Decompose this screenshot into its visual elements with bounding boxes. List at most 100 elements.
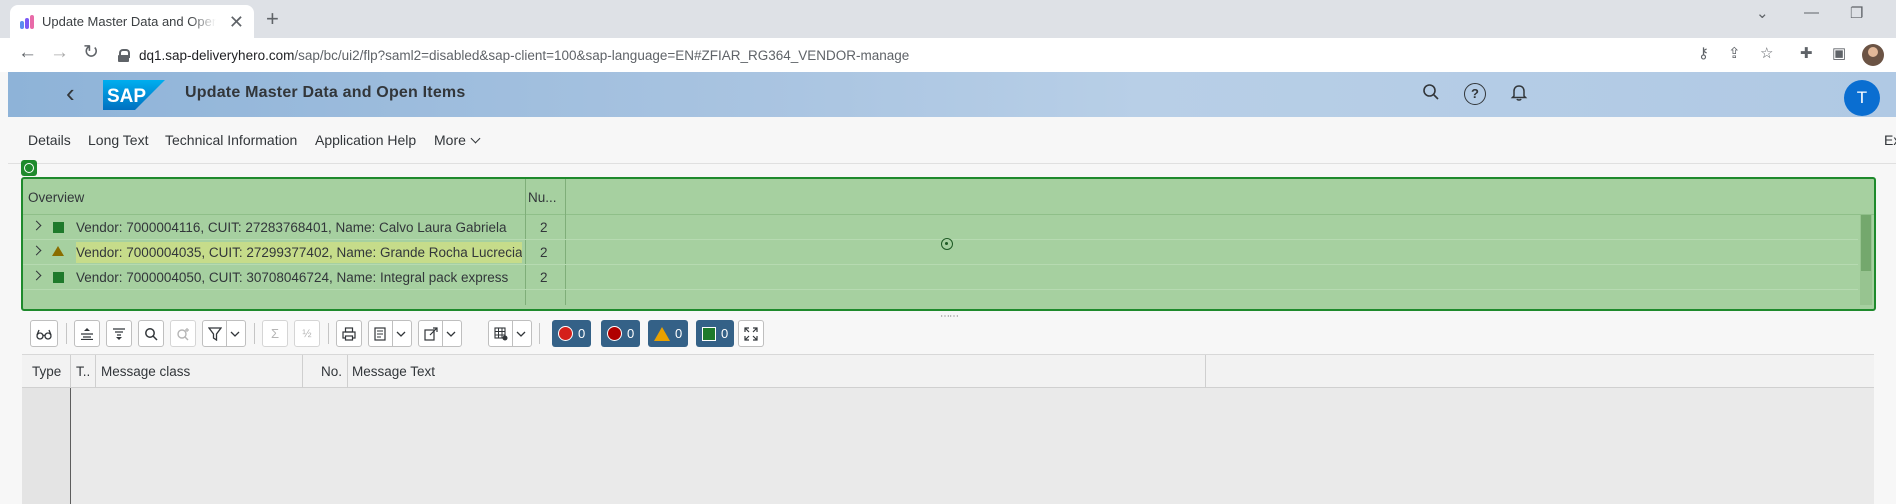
expand-chevron-icon[interactable]: [31, 270, 42, 281]
find-next-icon[interactable]: [170, 320, 196, 347]
browser-tabstrip: Update Master Data and Open Items ✕ + ⌄ …: [0, 0, 1896, 38]
filter-dropdown-button[interactable]: [202, 320, 246, 347]
sum-icon[interactable]: Σ: [262, 320, 288, 347]
menu-long-text[interactable]: Long Text: [88, 132, 148, 148]
reload-icon[interactable]: ↻: [83, 43, 99, 62]
user-avatar[interactable]: T: [1844, 80, 1880, 116]
expand-chevron-icon[interactable]: [31, 245, 42, 256]
view-dropdown-button[interactable]: [368, 320, 412, 347]
chevron-down-icon: [230, 331, 240, 337]
chevron-down-icon: [446, 331, 456, 337]
print-icon[interactable]: [336, 320, 362, 347]
crosshair-icon: [941, 238, 953, 250]
success-messages-counter[interactable]: 0: [696, 320, 735, 347]
splitter-handle[interactable]: ⋯⋯: [940, 311, 959, 322]
app-favicon-icon: [20, 14, 34, 29]
toolbar-divider: [328, 323, 329, 344]
toolbar-divider: [66, 323, 67, 344]
share-icon[interactable]: ⇪: [1728, 46, 1741, 61]
browser-tab[interactable]: Update Master Data and Open Items ✕: [10, 5, 254, 38]
menu-application-help[interactable]: Application Help: [315, 132, 416, 148]
expand-chevron-icon[interactable]: [31, 220, 42, 231]
browser-toolbar: ← → ↻ dq1.sap-deliveryhero.com/sap/bc/ui…: [0, 38, 1896, 72]
new-tab-icon[interactable]: +: [266, 8, 279, 30]
messages-header: Type T.. Message class No. Message Text: [22, 355, 1874, 388]
column-divider: [95, 355, 96, 388]
details-glasses-icon[interactable]: [30, 320, 58, 347]
menu-technical-information[interactable]: Technical Information: [165, 132, 297, 148]
type-column-divider: [70, 388, 71, 504]
chevron-down-icon: [396, 331, 406, 337]
column-header-number[interactable]: Nu...: [528, 190, 557, 205]
stop-icon: [558, 326, 573, 341]
side-panel-icon[interactable]: ▣: [1832, 46, 1846, 61]
status-ok-icon: [53, 222, 64, 233]
error-icon: [607, 326, 622, 341]
find-search-icon[interactable]: [138, 320, 164, 347]
menu-details[interactable]: Details: [28, 132, 71, 148]
help-icon[interactable]: ?: [1464, 83, 1486, 105]
column-header-message-text[interactable]: Message Text: [352, 364, 435, 379]
layout-settings-dropdown-button[interactable]: [488, 320, 532, 347]
menu-bar: Details Long Text Technical Information …: [8, 117, 1896, 164]
toolbar-divider: [539, 323, 540, 344]
tab-title: Update Master Data and Open Items: [42, 14, 216, 29]
restore-icon[interactable]: ❐: [1850, 4, 1863, 22]
stop-messages-counter[interactable]: 0: [552, 320, 592, 347]
layout-icon: [374, 326, 386, 341]
column-divider: [1205, 355, 1206, 388]
selection-target-icon: [21, 160, 37, 176]
shell-back-icon[interactable]: ‹: [66, 80, 75, 106]
status-ok-icon: [53, 272, 64, 283]
success-icon: [702, 326, 716, 341]
message-count: 2: [540, 245, 548, 260]
warning-messages-counter[interactable]: 0: [648, 320, 689, 347]
message-count: 2: [540, 270, 548, 285]
toolbar-divider: [254, 323, 255, 344]
back-arrow-icon[interactable]: ←: [18, 43, 37, 62]
warning-icon: [654, 326, 670, 341]
vendor-text: Vendor: 7000004050, CUIT: 30708046724, N…: [76, 270, 509, 285]
fullscreen-icon[interactable]: [738, 320, 764, 347]
forward-arrow-icon[interactable]: →: [50, 43, 69, 62]
column-divider: [70, 355, 71, 388]
grid-settings-icon: [494, 326, 508, 340]
message-count: 2: [540, 220, 548, 235]
scrollbar-thumb[interactable]: [1861, 215, 1871, 271]
profile-avatar[interactable]: [1862, 44, 1884, 66]
status-warning-icon: [52, 246, 64, 256]
address-bar[interactable]: dq1.sap-deliveryhero.com/sap/bc/ui2/flp?…: [118, 41, 1778, 69]
minimize-icon[interactable]: —: [1804, 4, 1819, 21]
column-divider: [302, 355, 303, 388]
menu-exit[interactable]: Ex: [1884, 132, 1896, 148]
app-title: Update Master Data and Open Items: [185, 84, 466, 101]
overview-row[interactable]: Vendor: 7000004050, CUIT: 30708046724, N…: [23, 265, 1858, 290]
export-icon: [424, 326, 438, 341]
key-icon[interactable]: ⚷: [1698, 46, 1709, 61]
error-messages-counter[interactable]: 0: [601, 320, 641, 347]
bookmark-star-icon[interactable]: ☆: [1760, 46, 1773, 61]
search-icon[interactable]: [1420, 83, 1442, 105]
column-header-type[interactable]: Type: [32, 364, 61, 379]
sort-descending-icon[interactable]: [106, 320, 132, 347]
chevron-down-icon: [516, 331, 526, 337]
menu-more[interactable]: More: [434, 132, 481, 148]
subtotal-icon[interactable]: ½: [294, 320, 320, 347]
sap-logo: SAP: [103, 80, 165, 110]
column-header-message-class[interactable]: Message class: [101, 364, 190, 379]
tab-search-chevron-icon[interactable]: ⌄: [1756, 4, 1769, 22]
vendor-text: Vendor: 7000004116, CUIT: 27283768401, N…: [76, 220, 507, 235]
vendor-text: Vendor: 7000004035, CUIT: 27299377402, N…: [76, 242, 522, 263]
column-header-number[interactable]: No.: [321, 364, 342, 379]
column-header-overview[interactable]: Overview: [28, 190, 84, 205]
type-column-area: [22, 388, 70, 504]
export-dropdown-button[interactable]: [418, 320, 462, 347]
messages-grid[interactable]: Type T.. Message class No. Message Text: [22, 354, 1874, 504]
overview-header: Overview Nu...: [23, 179, 1874, 215]
extensions-puzzle-icon[interactable]: ✚: [1800, 46, 1813, 61]
overview-row[interactable]: Vendor: 7000004116, CUIT: 27283768401, N…: [23, 215, 1858, 240]
column-header-t[interactable]: T..: [76, 364, 90, 379]
notifications-bell-icon[interactable]: [1508, 83, 1530, 105]
tab-close-icon[interactable]: ✕: [229, 13, 244, 31]
sort-ascending-icon[interactable]: [74, 320, 100, 347]
